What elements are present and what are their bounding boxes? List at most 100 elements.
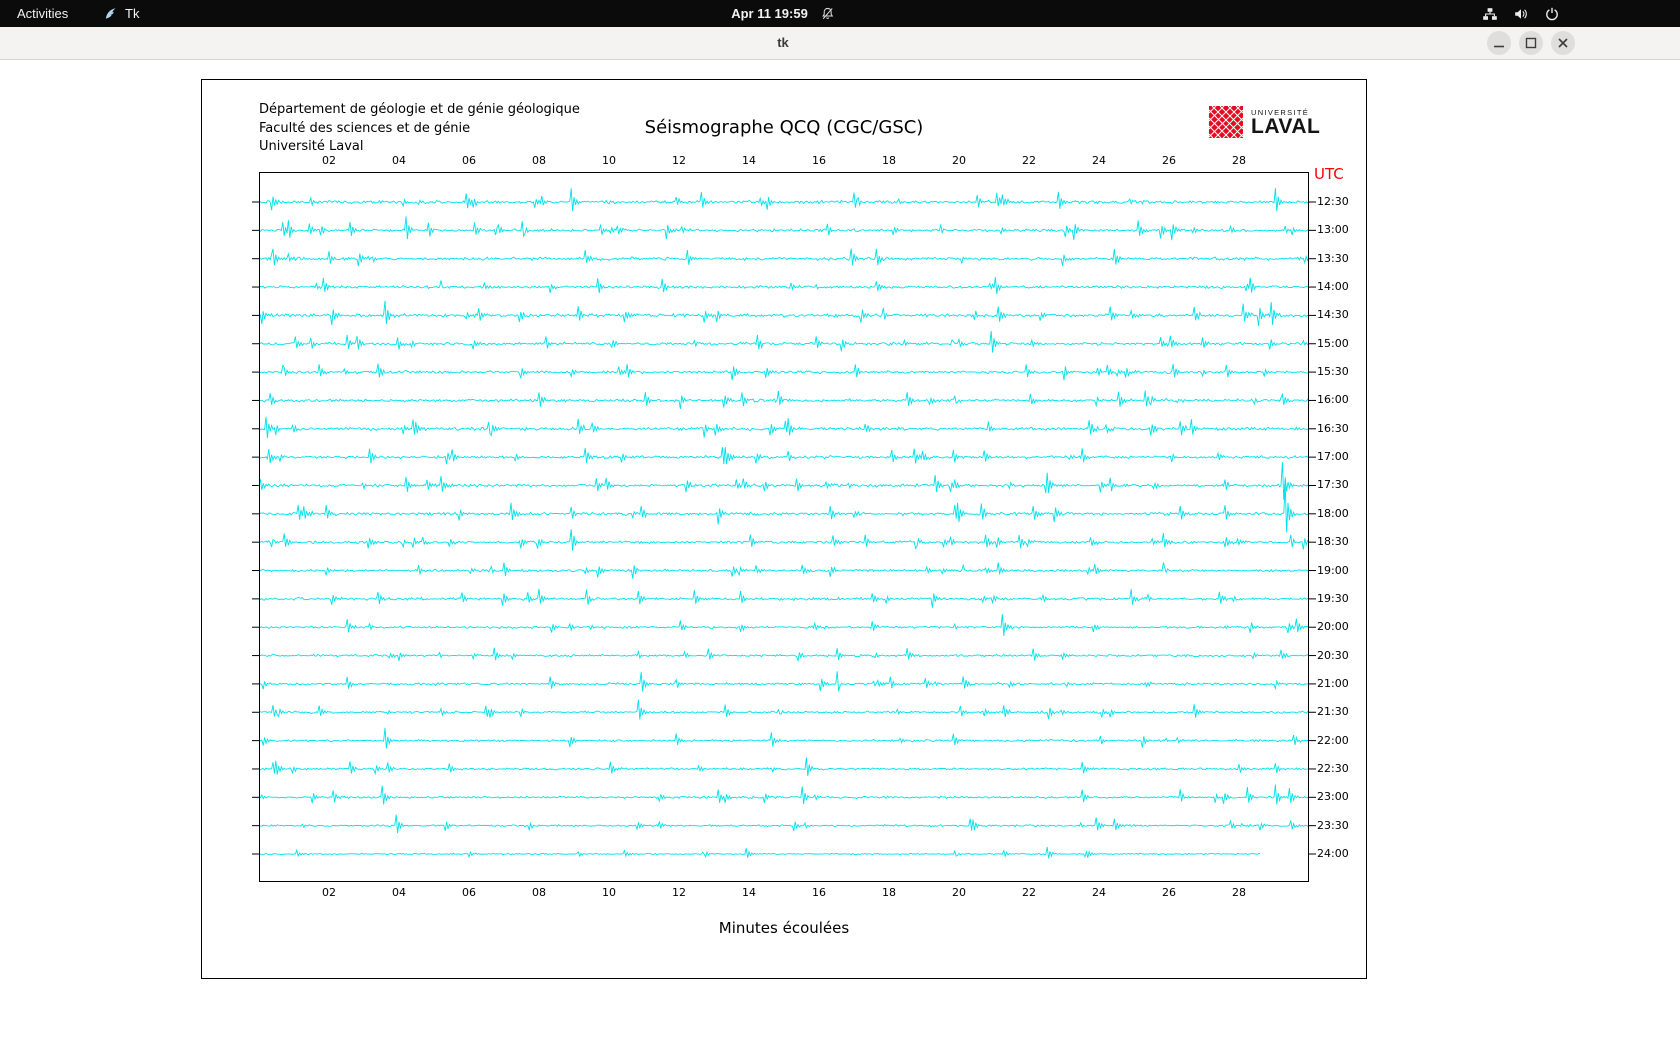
notifications-muted-icon — [820, 6, 835, 21]
row-time-label: 19:00 — [1317, 563, 1349, 577]
seismogram-trace — [258, 784, 1310, 805]
row-time-label: 14:00 — [1317, 280, 1349, 294]
plot-title: Séismographe QCQ (CGC/GSC) — [644, 117, 924, 138]
row-time-label: 20:30 — [1317, 648, 1349, 662]
row-time-label: 14:30 — [1317, 308, 1349, 322]
row-time-label: 21:00 — [1317, 676, 1349, 690]
x-tick-label: 28 — [1232, 886, 1246, 899]
activities-button[interactable]: Activities — [0, 0, 85, 27]
seismogram-trace — [259, 277, 1310, 294]
row-time-label: 13:30 — [1317, 251, 1349, 265]
app-area: Département de géologie et de génie géol… — [0, 60, 1680, 1050]
plot-svg — [252, 172, 1316, 882]
x-tick-label: 16 — [812, 154, 826, 167]
laval-logo-text: UNIVERSITÉ LAVAL — [1251, 108, 1320, 137]
seismogram-trace — [258, 216, 1309, 241]
x-tick-label: 20 — [952, 886, 966, 899]
x-tick-label: 28 — [1232, 154, 1246, 167]
row-time-label: 17:30 — [1317, 478, 1349, 492]
row-time-label: 16:30 — [1317, 421, 1349, 435]
seismogram-trace — [258, 446, 1310, 465]
gnome-top-bar: Activities Tk Apr 11 19:59 — [0, 0, 1680, 27]
row-time-label: 20:00 — [1317, 620, 1349, 634]
x-tick-label: 02 — [322, 154, 336, 167]
x-tick-label: 24 — [1092, 886, 1106, 899]
row-time-label: 13:00 — [1317, 223, 1349, 237]
plot-frame — [259, 172, 1309, 882]
row-time-label: 21:30 — [1317, 705, 1349, 719]
row-time-label: 12:30 — [1317, 195, 1349, 208]
system-status-area[interactable] — [1482, 0, 1560, 27]
laval-logo-shield-icon — [1208, 104, 1244, 140]
row-time-label: 24:00 — [1317, 847, 1349, 860]
clock-menu[interactable]: Apr 11 19:59 — [731, 0, 835, 27]
x-tick-label: 22 — [1022, 886, 1036, 899]
utc-label: UTC — [1314, 165, 1344, 183]
tk-icon — [103, 6, 118, 21]
x-tick-label: 08 — [532, 154, 546, 167]
seismogram-trace — [258, 699, 1310, 720]
seismogram-trace — [258, 483, 1310, 533]
minimize-button[interactable] — [1487, 31, 1511, 55]
seismogram-trace — [258, 588, 1310, 608]
row-labels: 12:30 13:00 13:30 14:00 14:30 15:00 15:30 16:00… — [1317, 80, 1365, 978]
row-time-label: 19:30 — [1317, 591, 1349, 605]
window-controls — [1487, 31, 1575, 55]
x-ticks-top: 02 04 06 08 10 12 14 16 18 20 22 24 26 28 — [259, 154, 1309, 168]
seismogram-trace — [258, 757, 1310, 777]
seismogram-trace — [258, 614, 1310, 636]
x-tick-label: 24 — [1092, 154, 1106, 167]
seismogram-trace — [258, 416, 1310, 439]
x-tick-label: 04 — [392, 154, 406, 167]
x-tick-label: 04 — [392, 886, 406, 899]
x-tick-label: 12 — [672, 886, 686, 899]
close-button[interactable] — [1551, 31, 1575, 55]
maximize-button[interactable] — [1519, 31, 1543, 55]
x-tick-label: 10 — [602, 886, 616, 899]
focused-app-name: Tk — [125, 6, 140, 21]
x-tick-label: 02 — [322, 886, 336, 899]
seismogram-trace — [258, 814, 1310, 834]
row-time-label: 16:00 — [1317, 393, 1349, 407]
row-time-label: 15:30 — [1317, 365, 1349, 379]
seismogram-trace — [258, 390, 1310, 410]
laval-logo: UNIVERSITÉ LAVAL — [1208, 104, 1320, 140]
x-ticks-bottom: 02 04 06 08 10 12 14 16 18 20 22 24 26 28 — [259, 886, 1309, 900]
seismogram-trace — [258, 562, 1310, 579]
row-time-label: 23:30 — [1317, 818, 1349, 832]
focused-app-indicator[interactable]: Tk — [103, 0, 139, 27]
x-tick-label: 16 — [812, 886, 826, 899]
window-titlebar: tk — [0, 27, 1680, 60]
volume-icon — [1513, 6, 1529, 22]
x-tick-label: 18 — [882, 886, 896, 899]
seismogram-trace — [258, 462, 1310, 500]
x-tick-label: 26 — [1162, 886, 1176, 899]
seismogram-trace — [258, 647, 1310, 663]
seismogram-trace — [258, 300, 1310, 327]
row-time-label: 18:00 — [1317, 506, 1349, 520]
seismogram-trace — [258, 529, 1310, 551]
x-tick-label: 14 — [742, 886, 756, 899]
x-tick-label: 06 — [462, 154, 476, 167]
x-tick-label: 08 — [532, 886, 546, 899]
seismogram-trace — [258, 671, 1309, 692]
window-title: tk — [777, 35, 789, 50]
row-time-label: 23:00 — [1317, 790, 1349, 804]
clock-label: Apr 11 19:59 — [731, 6, 808, 21]
seismogram-trace — [258, 363, 1310, 381]
x-tick-label: 10 — [602, 154, 616, 167]
row-time-label: 18:30 — [1317, 535, 1349, 549]
minimize-icon — [1494, 45, 1504, 48]
logo-laval-label: LAVAL — [1251, 114, 1321, 138]
x-tick-label: 12 — [672, 154, 686, 167]
x-tick-label: 06 — [462, 886, 476, 899]
x-tick-label: 26 — [1162, 154, 1176, 167]
seismogram-trace — [258, 331, 1310, 353]
seismogram-trace — [259, 248, 1310, 267]
maximize-icon — [1525, 37, 1537, 49]
x-tick-label: 20 — [952, 154, 966, 167]
x-tick-label: 22 — [1022, 154, 1036, 167]
x-tick-label: 18 — [882, 154, 896, 167]
seismogram-trace — [258, 846, 1261, 859]
row-time-label: 15:00 — [1317, 336, 1349, 350]
